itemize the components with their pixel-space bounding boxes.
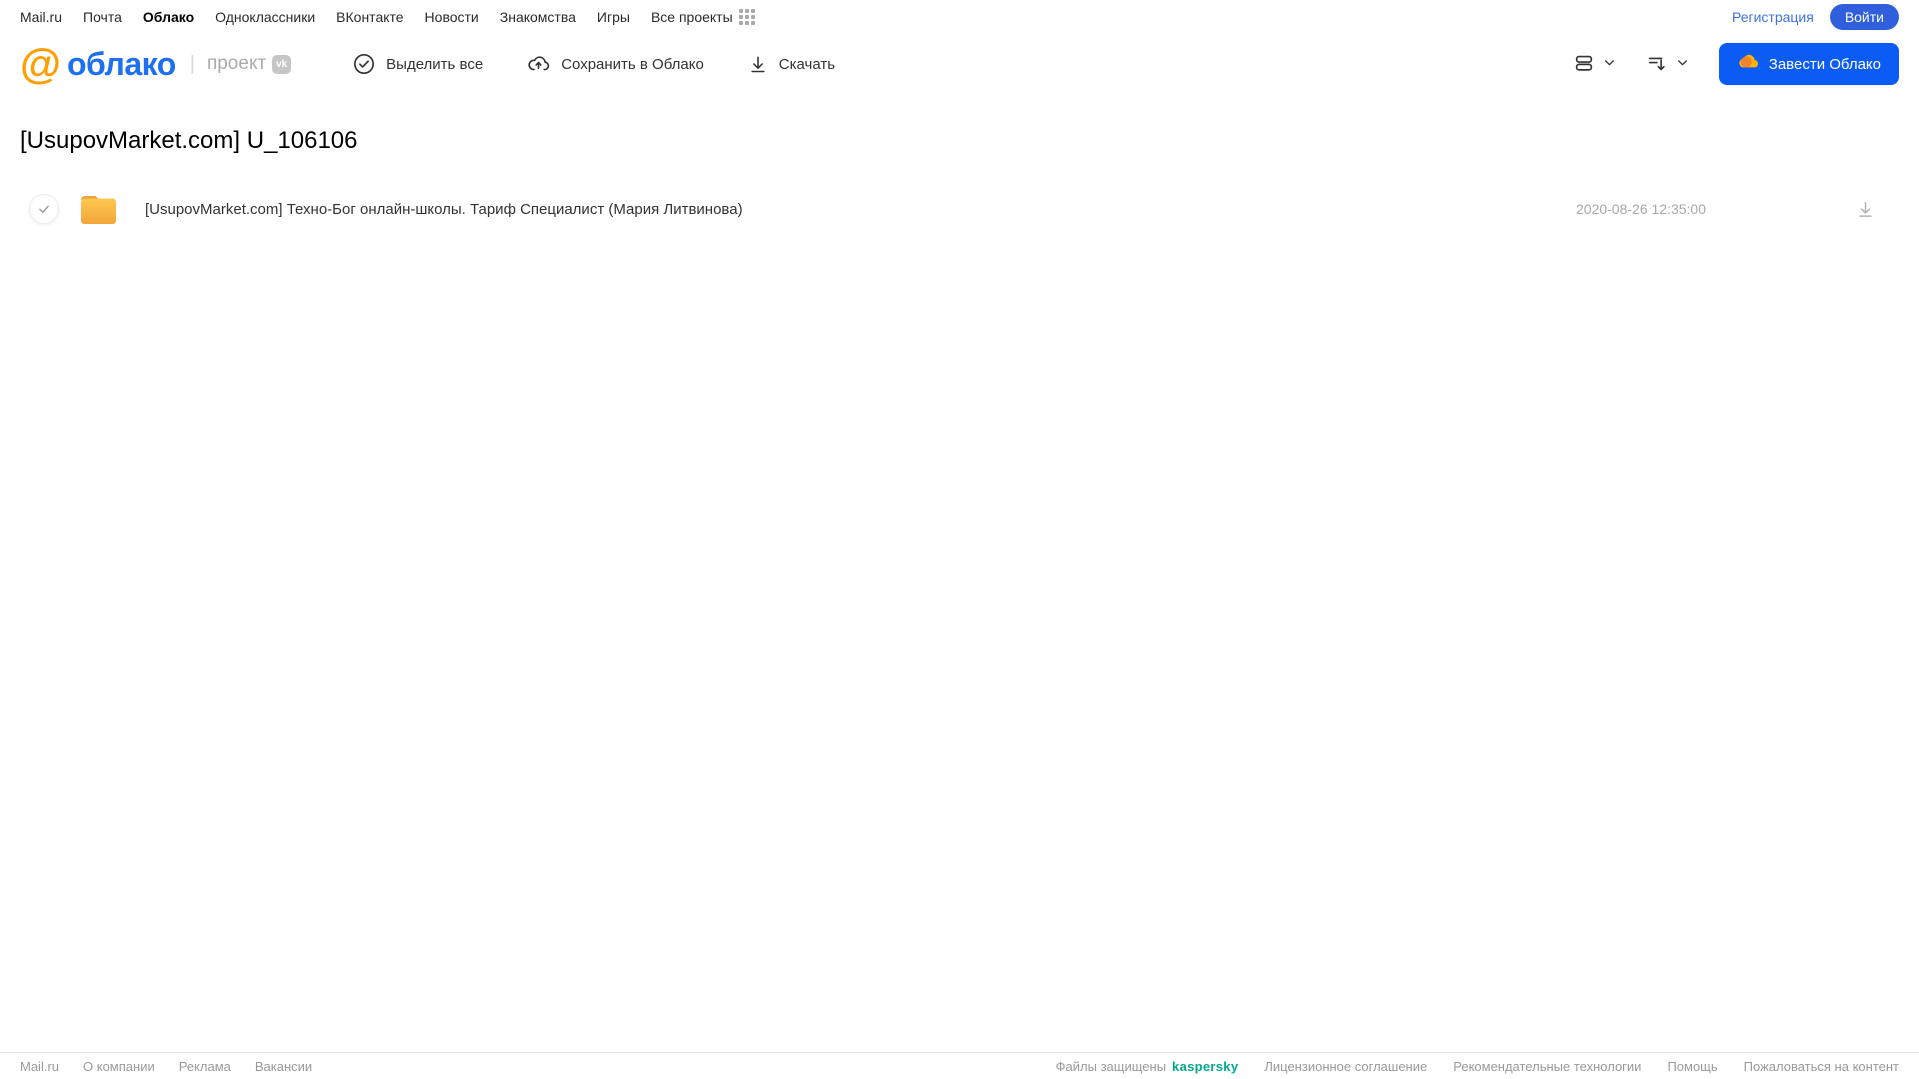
download-icon <box>748 53 768 75</box>
nav-link-znakomstva[interactable]: Знакомства <box>500 9 576 25</box>
select-all-label: Выделить все <box>386 55 484 73</box>
folder-icon <box>78 192 119 226</box>
kaspersky-link[interactable]: kaspersky <box>1172 1059 1238 1074</box>
cloud-blob-icon <box>1737 53 1759 75</box>
footer-right: Файлы защищены kaspersky Лицензионное со… <box>1056 1059 1899 1074</box>
file-date: 2020-08-26 12:35:00 <box>1576 201 1706 217</box>
footer: Mail.ru О компании Реклама Вакансии Файл… <box>0 1052 1919 1079</box>
create-cloud-button[interactable]: Завести Облако <box>1718 43 1899 85</box>
view-mode-dropdown[interactable] <box>1573 52 1616 77</box>
nav-link-mailru[interactable]: Mail.ru <box>20 9 62 25</box>
select-all-button[interactable]: Выделить все <box>353 53 483 75</box>
nav-link-pochta[interactable]: Почта <box>83 9 122 25</box>
download-label: Скачать <box>778 55 836 73</box>
cloud-logo[interactable]: @ облако <box>20 43 176 85</box>
apps-grid-icon[interactable] <box>738 8 755 25</box>
save-to-cloud-button[interactable]: Сохранить в Облако <box>527 53 704 75</box>
sort-icon <box>1646 52 1668 77</box>
check-icon <box>39 205 49 213</box>
protected-label: Файлы защищены <box>1055 1058 1167 1074</box>
chevron-down-icon <box>1603 56 1616 72</box>
page-title: [UsupovMarket.com] U_106106 <box>20 127 358 154</box>
nav-link-vkontakte[interactable]: ВКонтакте <box>336 9 403 25</box>
download-icon <box>1859 201 1872 217</box>
kaspersky-protected: Файлы защищены kaspersky <box>1056 1059 1239 1074</box>
create-cloud-label: Завести Облако <box>1768 55 1881 73</box>
footer-link-help[interactable]: Помощь <box>1667 1059 1717 1074</box>
logo-wordmark: облако <box>66 45 176 82</box>
footer-link-about[interactable]: О компании <box>83 1059 155 1074</box>
file-row[interactable]: [UsupovMarket.com] Техно-Бог онлайн-школ… <box>20 181 1899 237</box>
nav-link-novosti[interactable]: Новости <box>425 9 479 25</box>
nav-link-odnoklassniki[interactable]: Одноклассники <box>215 9 315 25</box>
main-content: [UsupovMarket.com] U_106106 [UsupovMarke… <box>0 127 1919 237</box>
row-download-button[interactable] <box>1856 199 1875 219</box>
sort-dropdown[interactable] <box>1646 52 1689 77</box>
toolbar: Выделить все Сохранить в Облако Скачать <box>353 53 835 75</box>
save-to-cloud-label: Сохранить в Облако <box>561 55 704 73</box>
footer-link-report-content[interactable]: Пожаловаться на контент <box>1744 1059 1899 1074</box>
nav-link-all-projects[interactable]: Все проекты <box>651 9 733 25</box>
footer-link-license[interactable]: Лицензионное соглашение <box>1264 1059 1427 1074</box>
project-label: проект <box>206 53 267 74</box>
nav-link-igry[interactable]: Игры <box>597 9 630 25</box>
chevron-down-icon <box>1676 56 1689 72</box>
header-right: Завести Облако <box>1573 43 1899 85</box>
file-name: [UsupovMarket.com] Техно-Бог онлайн-школ… <box>145 200 743 218</box>
nav-link-oblako[interactable]: Облако <box>143 9 194 25</box>
footer-link-recommend-tech[interactable]: Рекомендательные технологии <box>1453 1059 1641 1074</box>
row-checkbox[interactable] <box>29 194 59 224</box>
footer-link-jobs[interactable]: Вакансии <box>255 1059 312 1074</box>
login-button[interactable]: Войти <box>1829 3 1899 30</box>
download-button[interactable]: Скачать <box>748 53 835 75</box>
check-circle-icon <box>353 53 375 75</box>
cloud-upload-icon <box>527 53 550 75</box>
mailru-at-icon: @ <box>20 40 61 87</box>
app-header: @ облако | проект vk Выделить все Сохран… <box>0 33 1919 95</box>
vk-badge-icon: vk <box>272 54 292 74</box>
view-mode-icon <box>1573 52 1595 77</box>
registration-link[interactable]: Регистрация <box>1732 9 1814 25</box>
project-vk-label: проект vk <box>206 53 292 75</box>
top-nav: Mail.ru Почта Облако Одноклассники ВКонт… <box>0 0 1919 33</box>
logo-divider: | <box>189 52 195 75</box>
footer-link-ads[interactable]: Реклама <box>179 1059 231 1074</box>
footer-link-mailru[interactable]: Mail.ru <box>20 1059 59 1074</box>
